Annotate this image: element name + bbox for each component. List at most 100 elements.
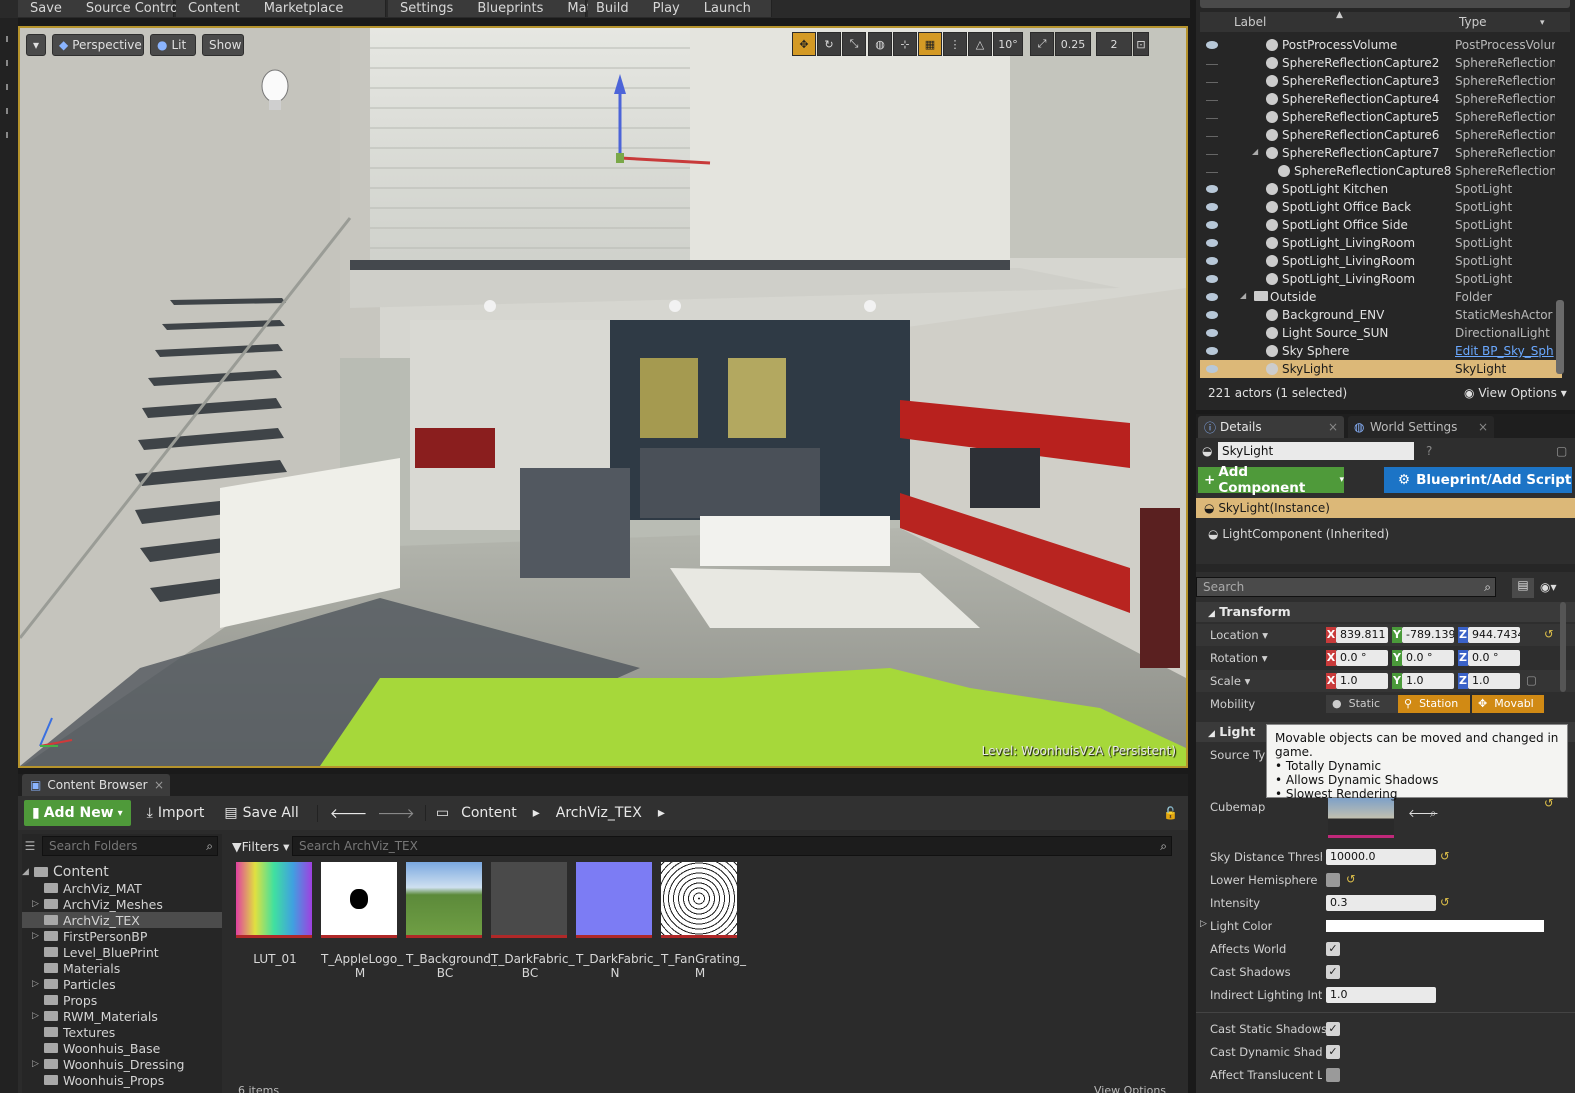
help-icon[interactable]: ? <box>1426 444 1432 458</box>
reset-icon[interactable]: ↺ <box>1440 895 1450 909</box>
lock-icon[interactable]: ▢ <box>1526 673 1537 687</box>
visibility-eye-icon[interactable] <box>1206 275 1218 283</box>
save-all-button[interactable]: ▤ Save All <box>214 805 308 821</box>
scale-y[interactable]: 1.0 <box>1402 673 1454 689</box>
rotation-label[interactable]: Rotation ▾ <box>1210 651 1268 665</box>
close-icon[interactable]: × <box>154 778 164 792</box>
scale-snap-icon[interactable]: ⤢ <box>1030 32 1054 56</box>
visibility-eye-icon[interactable] <box>1206 203 1218 211</box>
breadcrumb-separator-icon[interactable]: ▸ <box>525 805 548 821</box>
light-color-swatch[interactable] <box>1326 920 1544 932</box>
reset-icon[interactable]: ↺ <box>1346 872 1356 886</box>
breadcrumb-separator-icon[interactable]: ▸ <box>650 805 673 821</box>
affects-world-checkbox[interactable]: ✓ <box>1326 942 1340 956</box>
affect-translucent-checkbox[interactable] <box>1326 1068 1340 1082</box>
outliner-row[interactable]: SkyLight SkyLight <box>1200 360 1562 378</box>
camera-speed-value[interactable]: 2 <box>1096 32 1132 56</box>
lower-hemisphere-checkbox[interactable] <box>1326 873 1340 887</box>
chevron-down-icon[interactable]: ▾ <box>1540 18 1545 28</box>
cast-dynamic-checkbox[interactable]: ✓ <box>1326 1045 1340 1059</box>
rotation-x[interactable]: 0.0 ° <box>1336 650 1388 666</box>
outliner-row[interactable]: SpotLight Office Back SpotLight <box>1200 198 1562 216</box>
reset-icon[interactable]: ↺ <box>1440 849 1450 863</box>
mobility-movable-button[interactable]: ✥ Movabl <box>1472 695 1544 713</box>
folder-item[interactable]: ▷ RWM_Materials <box>22 1008 222 1024</box>
mobility-static-button[interactable]: ● Static <box>1326 695 1398 713</box>
location-z[interactable]: 944.7434 <box>1468 627 1520 643</box>
folder-item[interactable]: ▷ Woonhuis_Dressing <box>22 1056 222 1072</box>
outliner-row[interactable]: Background_ENV StaticMeshActor <box>1200 306 1562 324</box>
toolbar-marketplace[interactable]: Marketplace <box>252 1 356 16</box>
folder-item[interactable]: ▷ Particles <box>22 976 222 992</box>
outliner-row[interactable]: SpotLight_LivingRoom SpotLight <box>1200 234 1562 252</box>
blueprint-script-button[interactable]: ⚙ Blueprint/Add Script <box>1384 467 1572 493</box>
search-assets-input[interactable]: Search ArchViz_TEX ⌕ <box>292 836 1172 856</box>
location-x[interactable]: 839.811 <box>1336 627 1388 643</box>
add-new-button[interactable]: ▮ Add New ▾ <box>24 800 131 826</box>
folder-root[interactable]: ◢ Content <box>22 864 222 880</box>
angle-snap-value[interactable]: 10° <box>993 32 1023 56</box>
visibility-eye-icon[interactable] <box>1206 151 1218 155</box>
column-label[interactable]: Label <box>1234 15 1266 29</box>
outliner-row[interactable]: SphereReflectionCapture6 SphereReflection… <box>1200 126 1562 144</box>
component-child[interactable]: ◒ LightComponent (Inherited) <box>1196 524 1575 544</box>
mode-tick[interactable] <box>6 132 12 138</box>
outliner-row[interactable]: SphereReflectionCapture2 SphereReflection… <box>1200 54 1562 72</box>
asset-tile[interactable]: LUT_01 <box>236 862 314 966</box>
folder-item[interactable]: Woonhuis_Props <box>22 1072 222 1088</box>
asset-tile[interactable]: T_FanGrating_ M <box>661 862 746 980</box>
breadcrumb-content[interactable]: Content <box>453 805 525 821</box>
world-local-icon[interactable]: ◍ <box>868 32 892 56</box>
expand-arrow-icon[interactable]: ▷ <box>32 899 44 909</box>
outliner-row[interactable]: SphereReflectionCapture4 SphereReflection… <box>1200 90 1562 108</box>
outliner-scrollbar[interactable] <box>1556 300 1564 374</box>
details-search-input[interactable]: Search ⌕ <box>1196 577 1496 597</box>
visibility-eye-icon[interactable] <box>1206 311 1218 319</box>
rotation-y[interactable]: 0.0 ° <box>1402 650 1454 666</box>
lock-icon[interactable]: 🔓 <box>1163 806 1178 820</box>
outliner-row[interactable]: ◢ SphereReflectionCapture7 SphereReflectio… <box>1200 144 1562 162</box>
sky-distance-value[interactable]: 10000.0 <box>1326 849 1436 865</box>
close-icon[interactable]: × <box>1328 420 1338 434</box>
asset-tile[interactable]: T_DarkFabric_ N <box>576 862 659 980</box>
scale-snap-value[interactable]: 0.25 <box>1055 32 1091 56</box>
folder-item[interactable]: ArchViz_MAT <box>22 880 222 896</box>
outliner-row[interactable]: ◢ Outside Folder <box>1200 288 1562 306</box>
mode-tick[interactable] <box>6 84 12 90</box>
eye-icon[interactable]: ◉▾ <box>1540 580 1557 594</box>
scene-render[interactable] <box>20 28 1186 766</box>
folder-item[interactable]: Textures <box>22 1024 222 1040</box>
angle-snap-icon[interactable]: △ <box>968 32 992 56</box>
viewport-options-button[interactable]: ▾ <box>26 34 46 56</box>
folder-item[interactable]: Level_BluePrint <box>22 944 222 960</box>
folder-item[interactable]: ArchViz_TEX <box>22 912 222 928</box>
tab-world-settings[interactable]: ◍ World Settings × <box>1348 416 1494 438</box>
property-matrix-icon[interactable]: ▤ <box>1512 578 1534 598</box>
toolbar-build[interactable]: Build <box>588 1 641 16</box>
outliner-row[interactable]: SphereReflectionCapture3 SphereReflection… <box>1200 72 1562 90</box>
folder-item[interactable]: ▷ ArchViz_Meshes <box>22 896 222 912</box>
visibility-eye-icon[interactable] <box>1206 347 1218 355</box>
actor-name-field[interactable]: SkyLight <box>1218 442 1414 460</box>
outliner-type[interactable]: Edit BP_Sky_Sph <box>1455 344 1555 358</box>
visibility-eye-icon[interactable] <box>1206 133 1218 137</box>
visibility-eye-icon[interactable] <box>1206 79 1218 83</box>
filters-button[interactable]: ▼Filters ▾ <box>228 839 292 854</box>
section-transform[interactable]: ◢ Transform <box>1196 602 1575 622</box>
visibility-eye-icon[interactable] <box>1206 365 1218 373</box>
folder-item[interactable]: ▷ FirstPersonBP <box>22 928 222 944</box>
surface-snap-icon[interactable]: ⊹ <box>893 32 917 56</box>
import-button[interactable]: ⤓ Import <box>137 805 215 821</box>
location-y[interactable]: -789.139 <box>1402 627 1454 643</box>
grid-snap-icon[interactable]: ▦ <box>918 32 942 56</box>
breadcrumb-archviz-tex[interactable]: ArchViz_TEX <box>548 805 650 821</box>
content-browser-tab[interactable]: ▣ Content Browser × <box>22 774 170 796</box>
show-button[interactable]: Show <box>202 34 244 56</box>
outliner-search-input[interactable] <box>1200 0 1570 8</box>
back-button[interactable]: 🡐 <box>316 804 378 822</box>
asset-tile[interactable]: T_AppleLogo_ M <box>321 862 403 980</box>
visibility-eye-icon[interactable] <box>1206 61 1218 65</box>
close-icon[interactable]: × <box>1478 420 1488 434</box>
grid-size-dropdown[interactable]: ⋮ <box>943 32 967 56</box>
component-root[interactable]: ◒ SkyLight(Instance) <box>1196 498 1575 518</box>
